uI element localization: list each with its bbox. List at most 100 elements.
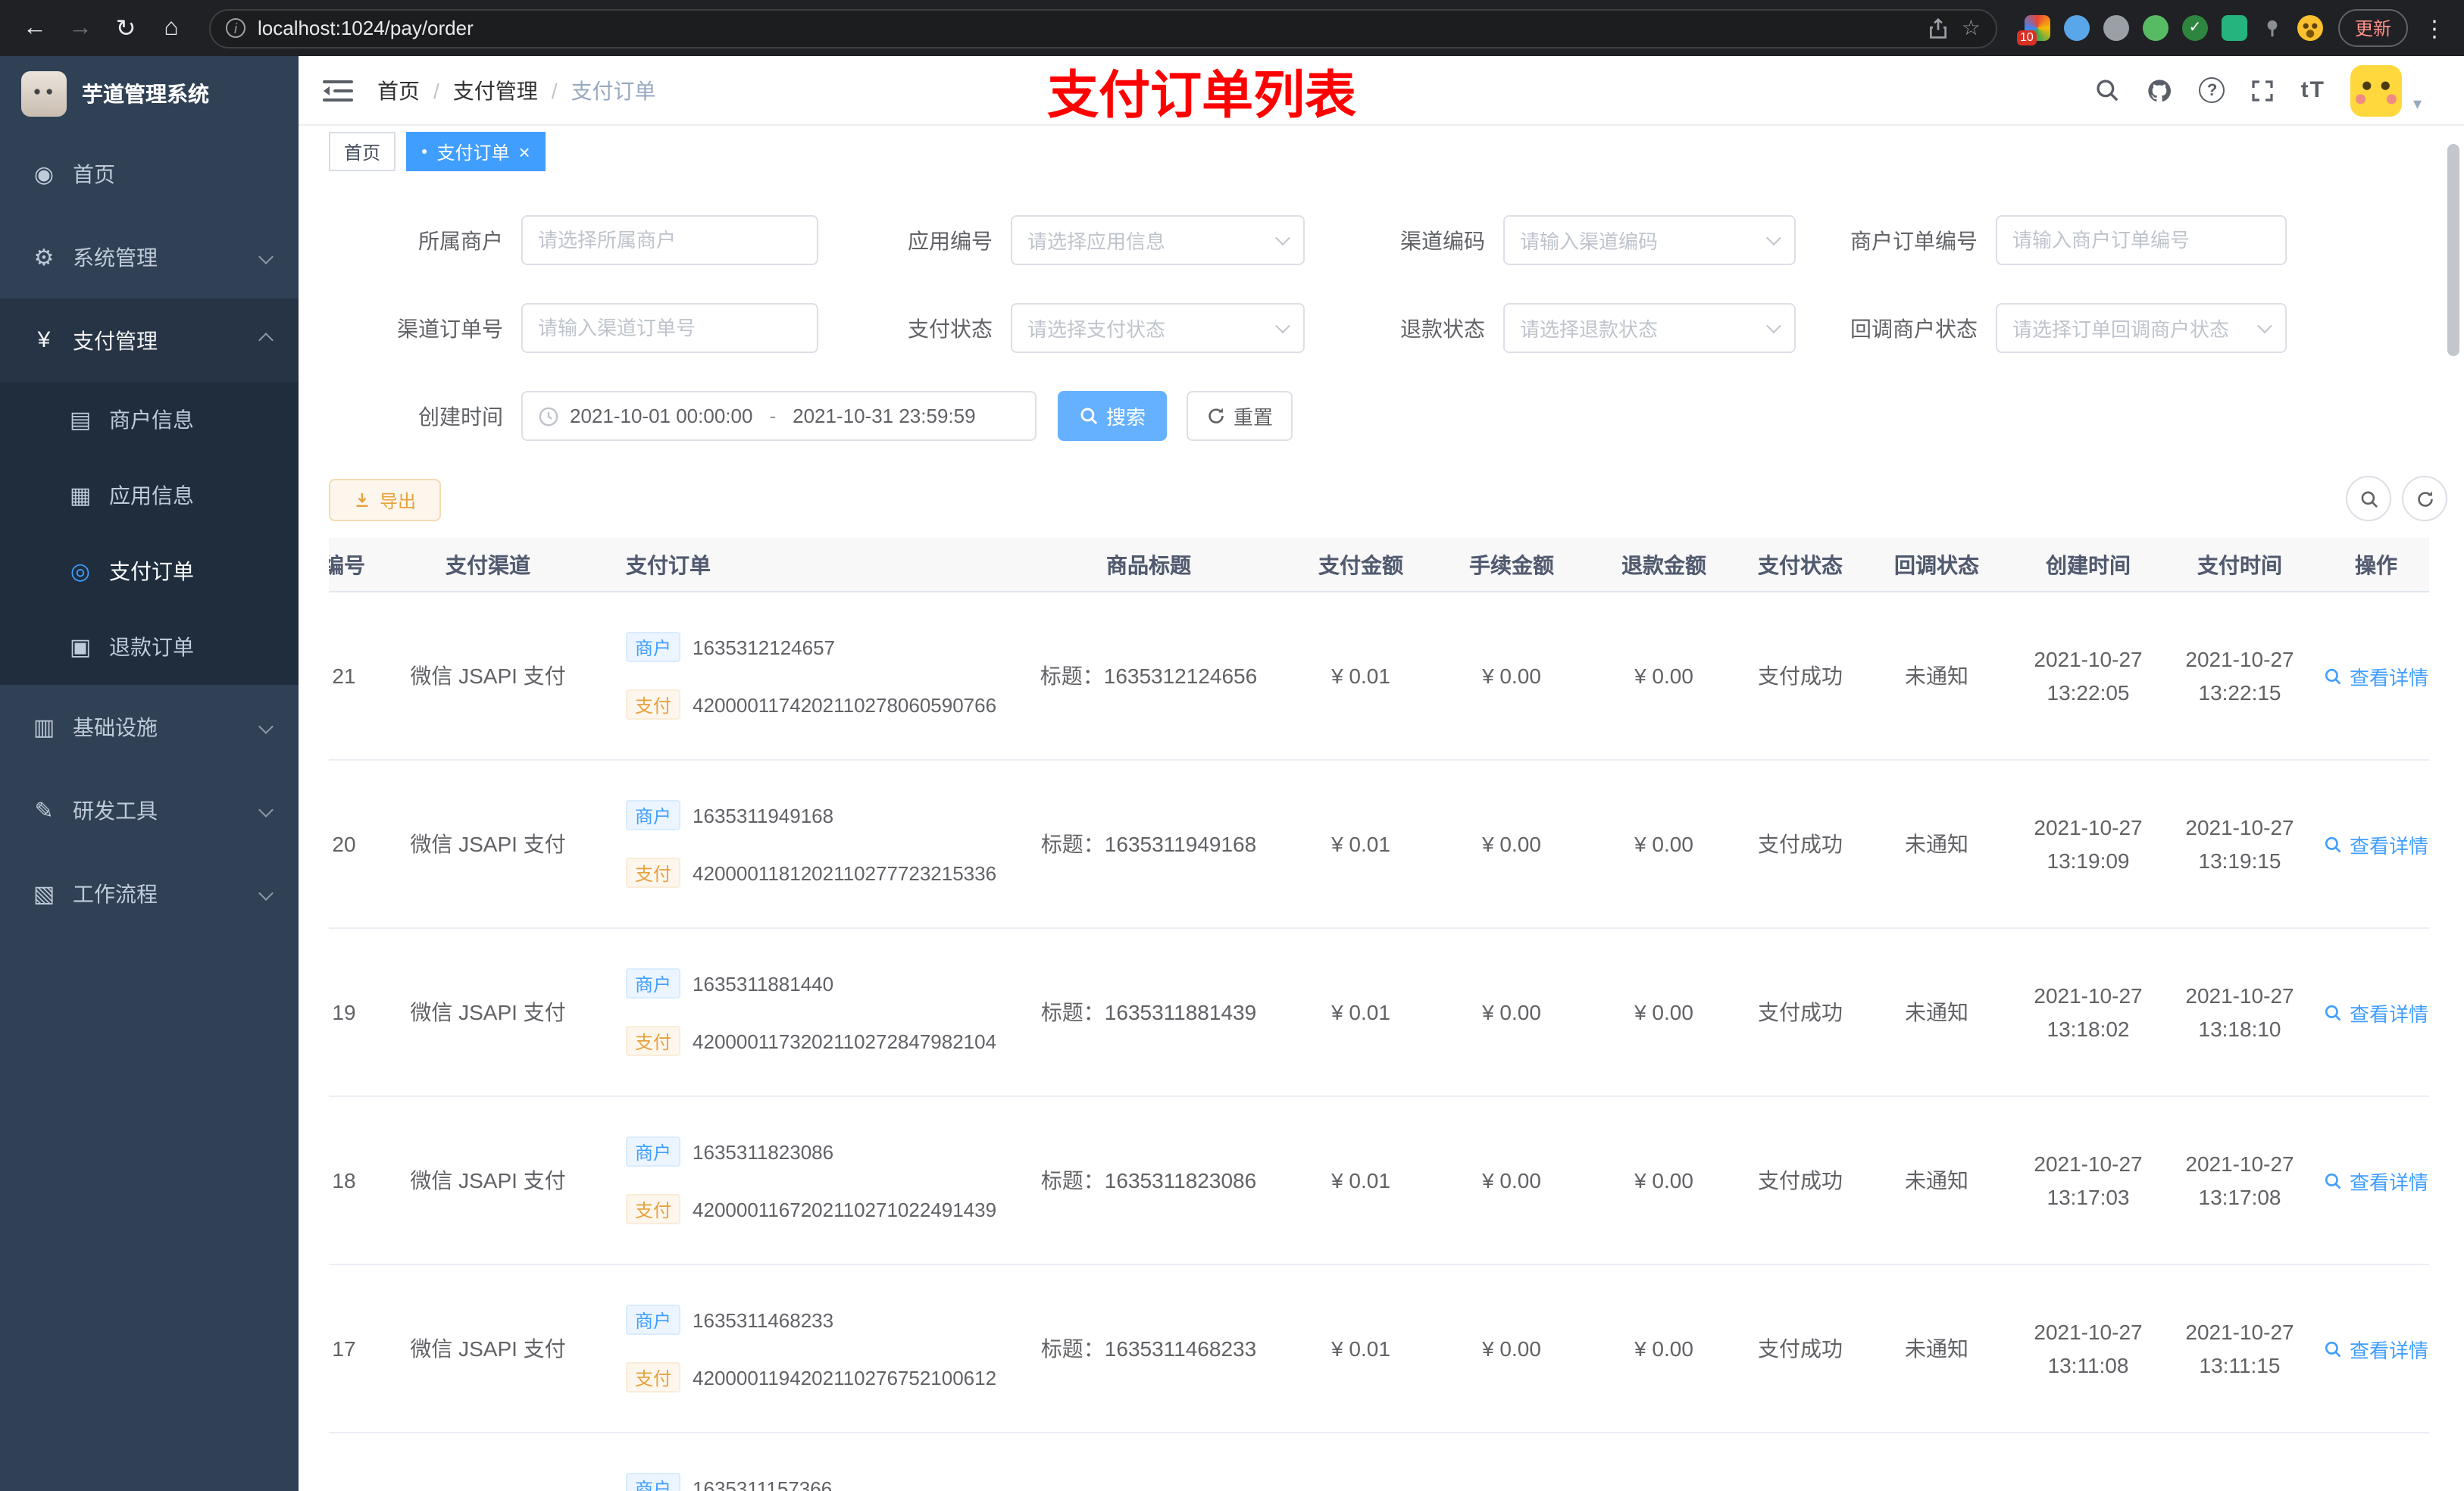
extension-colorful-icon[interactable]: 10 — [2016, 15, 2050, 45]
fullscreen-icon[interactable] — [2251, 78, 2275, 102]
sidebar-item-system[interactable]: ⚙ 系统管理 — [0, 215, 299, 299]
breadcrumb-pay-manage[interactable]: 支付管理 — [453, 75, 538, 105]
tab-pay-order[interactable]: ● 支付订单 × — [406, 132, 546, 171]
cell-product-title — [1011, 1433, 1287, 1491]
app-select[interactable]: 请选择应用信息 — [1011, 215, 1305, 265]
table-header-cell: 商品标题 — [1106, 552, 1191, 577]
navbar: 首页 / 支付管理 / 支付订单 支付订单列表 ? tT ▾ — [299, 56, 2464, 126]
cell-order-id: 19 — [332, 1000, 356, 1024]
cell-pay-status: 支付成功 — [1758, 1336, 1843, 1361]
breadcrumb-home[interactable]: 首页 — [377, 75, 420, 105]
view-detail-link[interactable]: 查看详情 — [2324, 998, 2428, 1027]
profile-avatar-icon[interactable] — [2297, 15, 2323, 41]
browser-menu-icon[interactable]: ⋮ — [2423, 14, 2446, 42]
extension-chat-icon[interactable] — [2221, 15, 2247, 41]
merchant-input[interactable] — [521, 215, 818, 265]
forward-icon[interactable]: → — [61, 8, 100, 48]
close-tab-icon[interactable]: × — [519, 140, 530, 163]
cell-action: 查看详情 — [2315, 592, 2429, 759]
filter-label: 渠道编码 — [1400, 228, 1485, 252]
cell-order-id: 17 — [332, 1336, 356, 1361]
paid-date: 2021-10-27 — [2185, 983, 2294, 1008]
filter-pay-status: 支付状态 请选择支付状态 — [826, 303, 1305, 353]
refund-order-icon: ▣ — [69, 635, 92, 661]
merchant-order-no: 1635311157366 — [693, 1477, 833, 1491]
cell-fee-amount — [1435, 1433, 1588, 1491]
view-detail-link[interactable]: 查看详情 — [2324, 1166, 2428, 1195]
search-icon[interactable] — [2095, 77, 2121, 103]
extension-gray-icon[interactable] — [2103, 15, 2129, 41]
cell-refund-amount: ¥ 0.00 — [1634, 664, 1693, 688]
channel-code-select[interactable]: 请输入渠道编码 — [1503, 215, 1796, 265]
merchant-order-no-input[interactable] — [1996, 215, 2287, 265]
collapse-sidebar-icon[interactable] — [323, 78, 353, 102]
channel-order-no-input[interactable] — [521, 303, 818, 353]
extension-badge: 10 — [2016, 30, 2037, 45]
sidebar-item-payment[interactable]: ¥ 支付管理 — [0, 299, 299, 382]
select-placeholder: 请选择订单回调商户状态 — [2012, 318, 2230, 341]
merchant-order-no: 1635311949168 — [693, 804, 834, 827]
sidebar-item-app-info[interactable]: ▦ 应用信息 — [0, 458, 299, 533]
reset-button[interactable]: 重置 — [1187, 391, 1293, 441]
info-icon[interactable]: i — [226, 18, 245, 38]
table-row: 16 商户 1635311157366 — [329, 1433, 2429, 1491]
cell-pay-amount: ¥ 0.01 — [1331, 664, 1390, 688]
font-size-icon[interactable]: tT — [2301, 77, 2325, 103]
search-button[interactable]: 搜索 — [1058, 391, 1167, 441]
sidebar-item-infrastructure[interactable]: ▥ 基础设施 — [0, 685, 299, 768]
view-detail-link[interactable]: 查看详情 — [2324, 830, 2428, 858]
export-button[interactable]: 导出 — [329, 479, 441, 521]
cell-pay-status: 支付成功 — [1758, 1000, 1843, 1024]
update-button[interactable]: 更新 — [2337, 9, 2408, 47]
table-row: 17 微信 JSAPI 支付 商户 1635311468233 支付 4200001194… — [329, 1265, 2429, 1433]
sidebar-item-pay-order[interactable]: ◎ 支付订单 — [0, 533, 299, 609]
merchant-order-line: 商户 1635311881440 — [626, 968, 833, 999]
refresh-button[interactable] — [2402, 476, 2447, 521]
paid-date: 2021-10-27 — [2185, 815, 2294, 839]
pin-icon[interactable] — [2261, 17, 2284, 39]
merchant-tag: 商户 — [626, 968, 681, 999]
date-range-input[interactable]: 2021-10-01 00:00:00 - 2021-10-31 23:59:5… — [521, 391, 1037, 441]
merchant-order-line: 商户 1635311157366 — [626, 1473, 832, 1491]
app-logo: 芋道管理系统 — [0, 56, 299, 132]
toggle-search-button[interactable] — [2346, 476, 2391, 521]
tab-home[interactable]: 首页 — [329, 132, 396, 171]
select-placeholder: 请选择退款状态 — [1520, 318, 1659, 341]
help-icon[interactable]: ? — [2199, 77, 2225, 103]
reload-icon[interactable]: ↻ — [106, 8, 145, 48]
url-bar[interactable]: i localhost:1024/pay/order ☆ — [209, 8, 1997, 48]
view-detail-link[interactable]: 查看详情 — [2324, 661, 2428, 690]
extension-green-icon[interactable] — [2142, 15, 2169, 41]
user-avatar[interactable] — [2350, 64, 2403, 116]
notify-status-select[interactable]: 请选择订单回调商户状态 — [1996, 303, 2287, 353]
avatar-caret-icon[interactable]: ▾ — [2413, 93, 2422, 113]
cell-pay-status: 支付成功 — [1758, 664, 1843, 688]
orders-table-inner: 编号支付渠道支付订单商品标题支付金额手续金额退款金额支付状态回调状态创建时间支付… — [329, 538, 2429, 1491]
date-end: 2021-10-31 23:59:59 — [793, 405, 976, 427]
pay-status-select[interactable]: 请选择支付状态 — [1011, 303, 1305, 353]
github-icon[interactable] — [2147, 77, 2174, 104]
cell-pay-status — [1740, 1433, 1861, 1491]
sidebar-item-workflow[interactable]: ▧ 工作流程 — [0, 852, 299, 935]
app-info-icon: ▦ — [69, 483, 92, 509]
bookmark-star-icon[interactable]: ☆ — [1962, 15, 1981, 41]
sidebar-item-home[interactable]: ◉ 首页 — [0, 132, 299, 215]
page-scrollbar[interactable] — [2447, 144, 2459, 356]
home-icon[interactable]: ⌂ — [152, 8, 191, 48]
filter-create-time: 创建时间 2021-10-01 00:00:00 - 2021-10-31 23… — [329, 391, 1037, 441]
sidebar-item-label: 研发工具 — [73, 798, 158, 822]
extension-blue-icon[interactable] — [2063, 15, 2090, 41]
back-icon[interactable]: ← — [15, 8, 55, 48]
filter-channel-order-no: 渠道订单号 — [329, 303, 818, 353]
share-icon[interactable] — [1928, 17, 1950, 39]
view-detail-link[interactable]: 查看详情 — [2324, 1334, 2428, 1363]
extensions-bar: 10 ✓ — [2016, 15, 2323, 45]
logo-image — [21, 71, 67, 117]
filter-label: 退款状态 — [1400, 316, 1485, 340]
extension-check-icon[interactable]: ✓ — [2181, 15, 2208, 41]
sidebar-item-dev-tools[interactable]: ✎ 研发工具 — [0, 768, 299, 852]
sidebar-item-label: 首页 — [73, 161, 115, 186]
refund-status-select[interactable]: 请选择退款状态 — [1503, 303, 1796, 353]
sidebar-item-refund-order[interactable]: ▣ 退款订单 — [0, 609, 299, 685]
sidebar-item-merchant-info[interactable]: ▤ 商户信息 — [0, 382, 299, 458]
